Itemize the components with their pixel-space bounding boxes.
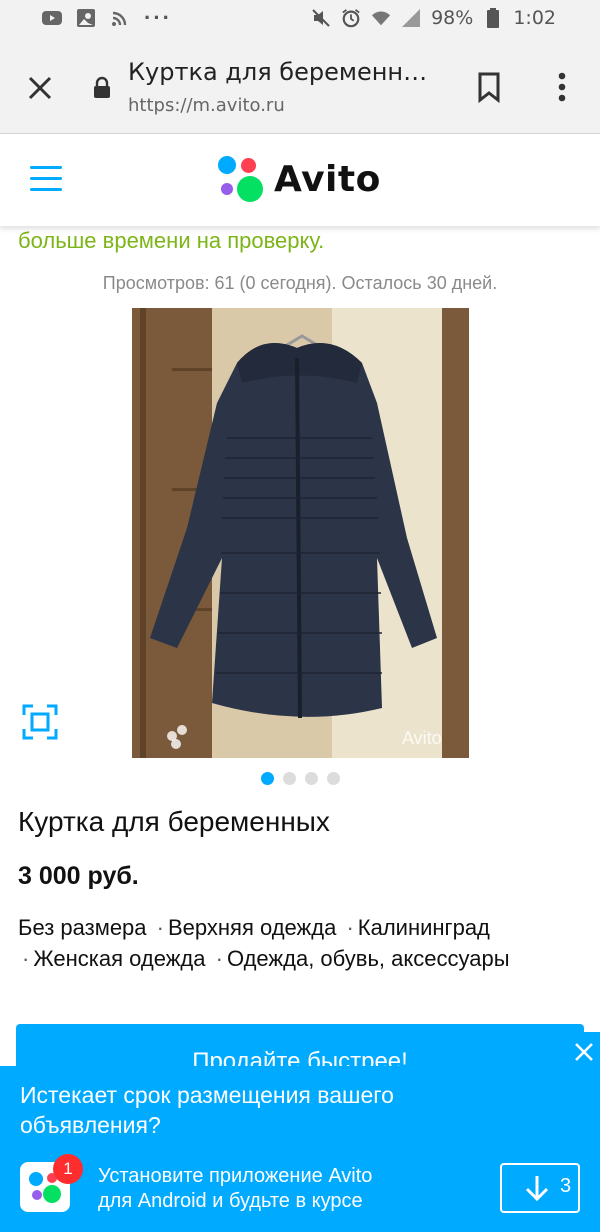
banner-close-button[interactable]: [572, 1040, 596, 1064]
logo-dots-icon: [218, 156, 264, 202]
param-separator: ·: [215, 946, 223, 971]
download-arrow-icon: [525, 1176, 549, 1202]
hamburger-icon: [30, 166, 64, 191]
fullscreen-button[interactable]: [22, 704, 58, 740]
listing-title: Куртка для беременных: [18, 806, 330, 837]
param-item[interactable]: Женская одежда: [33, 946, 205, 971]
jacket-photo-image: Avito: [132, 308, 469, 758]
install-line-1: Установите приложение Avito: [98, 1165, 373, 1187]
views-counter: Просмотров: 61 (0 сегодня). Осталось 30 …: [102, 273, 498, 293]
gallery-icon: [76, 8, 96, 28]
pagination-dot[interactable]: [282, 772, 296, 785]
bookmark-icon: [478, 72, 500, 104]
url-text[interactable]: https://m.avito.ru: [128, 95, 285, 116]
clock: 1:02: [513, 7, 556, 29]
listing-price: 3 000 руб.: [18, 862, 139, 890]
more-vert-icon: [558, 72, 566, 102]
mute-icon: [311, 8, 331, 28]
app-install-banner: Истекает срок размещения вашего объявлен…: [0, 1043, 600, 1232]
avito-logo[interactable]: Avito: [218, 156, 381, 202]
logo-text: Avito: [274, 158, 381, 200]
battery-icon: [483, 8, 503, 28]
signal-icon: [401, 8, 421, 28]
lock-icon[interactable]: [92, 76, 112, 98]
param-item[interactable]: Калининград: [358, 915, 490, 940]
cast-icon: [110, 8, 130, 28]
download-count: 3: [560, 1175, 572, 1197]
param-item[interactable]: Одежда, обувь, аксессуары: [227, 946, 510, 971]
download-app-button[interactable]: 3: [500, 1163, 580, 1213]
youtube-icon: [42, 8, 62, 28]
alarm-icon: [341, 8, 361, 28]
photo-watermark: Avito: [402, 728, 442, 748]
listing-params: Без размера · Верхняя одежда · Калининград…: [18, 912, 583, 974]
param-item[interactable]: Верхняя одежда: [168, 915, 336, 940]
notification-badge: 1: [53, 1154, 83, 1184]
page-title[interactable]: Куртка для беременн…: [128, 58, 438, 86]
banner-title: Истекает срок размещения вашего объявлен…: [20, 1082, 394, 1138]
moderation-notice: больше времени на проверку.: [18, 228, 325, 253]
close-tab-button[interactable]: [24, 72, 56, 104]
battery-percent: 98%: [431, 7, 474, 29]
pagination-dot[interactable]: [260, 772, 274, 785]
site-header: Avito: [0, 134, 600, 226]
param-item[interactable]: Без размера: [18, 915, 147, 940]
listing-photo[interactable]: Avito: [132, 308, 469, 758]
browser-menu-button[interactable]: [548, 70, 576, 104]
menu-button[interactable]: [30, 166, 64, 194]
browser-toolbar: Куртка для беременн… https://m.avito.ru: [0, 40, 600, 134]
bookmark-button[interactable]: [474, 70, 504, 104]
pagination-dot[interactable]: [326, 772, 340, 785]
param-separator: ·: [22, 946, 30, 971]
more-notifications-icon: ···: [144, 5, 172, 30]
param-separator: ·: [156, 915, 164, 940]
wifi-icon: [371, 8, 391, 28]
close-icon: [28, 76, 52, 100]
status-bar: ··· 98% 1:02: [0, 0, 600, 40]
fullscreen-icon: [22, 704, 58, 740]
photo-pagination: [0, 772, 600, 785]
close-icon: [575, 1043, 593, 1061]
install-line-2: для Android и будьте в курсе: [98, 1190, 363, 1212]
pagination-dot[interactable]: [304, 772, 318, 785]
install-app-text[interactable]: Установите приложение Avito для Android …: [98, 1164, 458, 1214]
param-separator: ·: [346, 915, 354, 940]
